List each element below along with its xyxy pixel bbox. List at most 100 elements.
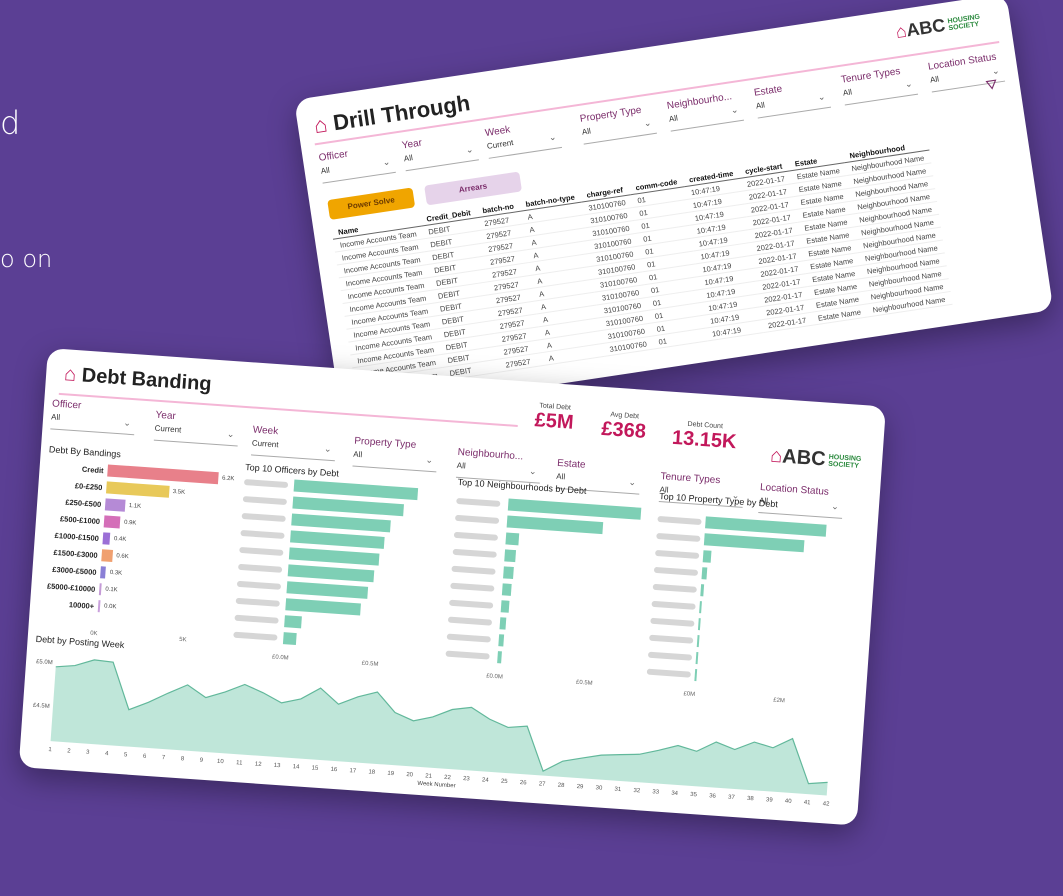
band-value-label: 1.1K	[128, 503, 142, 510]
chevron-down-icon: ⌄	[123, 417, 132, 428]
top10-bar[interactable]	[292, 496, 405, 517]
week-tick-label: 42	[823, 801, 831, 807]
top10-bar[interactable]	[700, 584, 705, 597]
filter-bar: Officer All ⌄ Year All ⌄ Week Current ⌄ Property …	[294, 0, 1006, 184]
filter-value: All	[320, 165, 331, 176]
top10-bar[interactable]	[505, 532, 520, 546]
filter-label: Neighbourho...	[457, 446, 524, 463]
band-value-label: 3.5K	[172, 489, 186, 496]
top10-bar[interactable]	[697, 618, 701, 631]
band-value-label: 0.0K	[103, 603, 117, 611]
top10-bar[interactable]	[699, 601, 702, 614]
week-tick-label: 31	[614, 787, 622, 793]
top10-bar[interactable]	[497, 651, 503, 664]
top10-bar[interactable]	[500, 600, 509, 613]
chevron-down-icon: ⌄	[465, 144, 474, 156]
week-tick-label: 33	[652, 789, 660, 795]
filter-label: Location Status	[759, 482, 830, 498]
week-tick-label: 22	[444, 775, 452, 781]
logo-subtext: HOUSING SOCIETY	[947, 13, 981, 33]
blurred-category-label	[233, 631, 278, 641]
blurred-category-label	[446, 633, 491, 643]
top10-bar[interactable]	[284, 615, 303, 629]
week-tick-label: 2	[67, 748, 71, 754]
week-tick-label: 40	[785, 799, 793, 805]
blurred-category-label	[453, 531, 499, 541]
drill-table: Name Credit_Debit batch-no batch-no-type cha…	[331, 138, 953, 394]
abc-housing-logo: ⌂ABCHOUSING SOCIETY	[769, 445, 867, 475]
power-solve-button[interactable]: Power Solve	[327, 187, 416, 220]
filter-value: All	[755, 100, 766, 111]
top10-bar[interactable]	[503, 566, 514, 580]
top10-bar[interactable]	[290, 530, 385, 549]
filter-value: All	[50, 412, 61, 423]
band-bar[interactable]	[101, 549, 113, 562]
band-bar[interactable]	[105, 481, 170, 498]
band-bar[interactable]	[98, 583, 102, 596]
home-icon[interactable]: ⌂	[312, 111, 329, 138]
home-icon[interactable]: ⌂	[63, 363, 77, 386]
top10-bar[interactable]	[288, 547, 380, 566]
week-tick-label: 21	[425, 773, 433, 779]
blurred-category-label	[651, 600, 696, 610]
week-tick-label: 34	[671, 791, 679, 797]
area-fill	[50, 659, 828, 796]
blurred-category-label	[242, 495, 288, 506]
blurred-category-label	[452, 548, 497, 558]
x-axis-label: Week Number	[417, 781, 456, 790]
top10-bar[interactable]	[702, 550, 712, 563]
top10-bar[interactable]	[291, 513, 391, 533]
filter-value: Current	[486, 138, 515, 151]
drill-title-text: Drill Through	[331, 90, 472, 136]
band-bar[interactable]	[104, 498, 126, 512]
week-tick-label: 8	[181, 756, 185, 762]
top10-bar[interactable]	[498, 634, 505, 647]
blurred-category-label	[234, 614, 279, 624]
band-label: £5000-£10000	[46, 581, 96, 594]
arrears-button[interactable]: Arrears	[424, 171, 523, 206]
top10-bar[interactable]	[287, 564, 374, 583]
blurred-category-label	[654, 549, 700, 559]
filter-dropdown[interactable]: All ⌄	[352, 449, 438, 473]
week-tick-label: 29	[576, 784, 584, 790]
blurred-category-label	[454, 514, 500, 524]
band-bar[interactable]	[100, 566, 107, 579]
top10-bar[interactable]	[285, 598, 361, 616]
blurred-category-label	[650, 617, 695, 627]
logo-text: ABC	[905, 14, 947, 41]
band-label: £3000-£5000	[52, 564, 97, 577]
band-bar[interactable]	[102, 532, 111, 545]
top10-bar[interactable]	[499, 617, 507, 630]
week-tick-label: 18	[368, 769, 376, 775]
week-tick-label: 17	[349, 768, 357, 774]
top10-bar[interactable]	[703, 533, 805, 553]
posting-week-chart-title: Debt by Posting Week	[35, 633, 125, 651]
filter-dropdown[interactable]: All ⌄	[50, 412, 136, 436]
kpi-debt-count: Debt Count 13.15K	[660, 419, 748, 455]
filter-dropdown[interactable]: Current ⌄	[251, 438, 336, 462]
kpi-avg-debt: Avg Debt £368	[591, 410, 657, 444]
top10-bar[interactable]	[696, 635, 700, 648]
filter-value: Current	[251, 438, 279, 450]
band-bar[interactable]	[97, 600, 101, 613]
week-tick-label: 9	[200, 758, 204, 764]
band-value-label: 0.6K	[116, 553, 129, 561]
band-bar[interactable]	[107, 464, 219, 485]
top10-bar[interactable]	[694, 668, 698, 682]
week-tick-label: 12	[255, 761, 263, 767]
band-value-label: 0.4K	[113, 536, 127, 543]
top10-bar[interactable]	[695, 652, 699, 665]
band-bar[interactable]	[103, 515, 121, 529]
top10-bar[interactable]	[501, 583, 512, 596]
abc-housing-logo: ⌂ABCHOUSING SOCIETY	[894, 9, 987, 43]
y-tick-label: £5.0M	[36, 659, 53, 666]
top10-bar[interactable]	[282, 632, 297, 646]
top10-bar[interactable]	[504, 549, 516, 563]
axis-tick-label: 5K	[179, 636, 187, 644]
filter-dropdown[interactable]: Current ⌄	[153, 423, 239, 447]
top10-bar[interactable]	[506, 515, 604, 535]
clear-filter-icon[interactable]: ⛛	[985, 76, 999, 95]
band-label: £0-£250	[74, 481, 103, 493]
top10-bar[interactable]	[701, 567, 707, 580]
top10-bar[interactable]	[286, 581, 369, 599]
